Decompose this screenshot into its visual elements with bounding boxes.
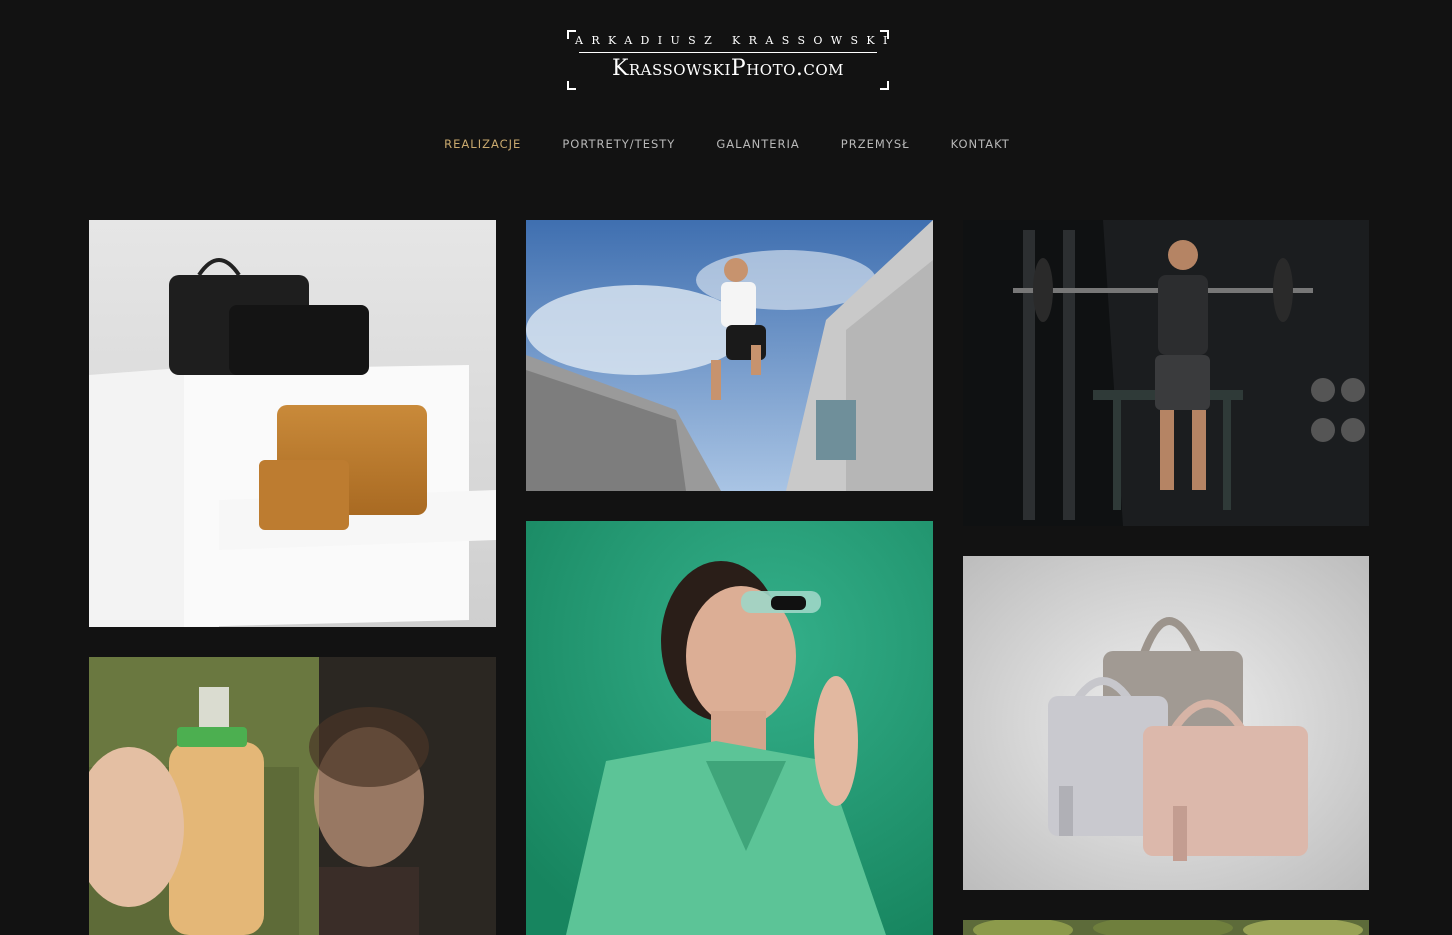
leather-bags-image [89, 220, 496, 627]
jumping-man-image [526, 220, 933, 491]
main-nav: REALIZACJE PORTRETY/TESTY GALANTERIA PRZ… [0, 136, 1452, 152]
logo-photographer-name: ARKADIUSZ KRASSOWSKI [575, 34, 896, 47]
gallery-photo-handbags[interactable] [963, 556, 1369, 890]
logo-site-name: KrassowskiPhoto.com [611, 56, 845, 81]
gym-athlete-image [963, 220, 1369, 526]
nav-item-portrety-testy[interactable]: PORTRETY/TESTY [562, 136, 675, 152]
green-portrait-image [526, 521, 933, 935]
gallery-photo-gym-athlete[interactable] [963, 220, 1369, 526]
gallery-photo-juice-bottle[interactable] [89, 657, 496, 935]
nav-item-przemysl[interactable]: PRZEMYSŁ [841, 136, 910, 152]
gallery-photo-jumping-man[interactable] [526, 220, 933, 491]
nav-item-realizacje[interactable]: REALIZACJE [444, 136, 521, 152]
gallery-photo-greenery[interactable] [963, 920, 1369, 935]
greenery-image [963, 920, 1369, 935]
gallery-photo-leather-bags[interactable] [89, 220, 496, 627]
page: ARKADIUSZ KRASSOWSKI KrassowskiPhoto.com… [0, 0, 1452, 935]
logo-divider [579, 52, 877, 53]
juice-bottle-image [89, 657, 496, 935]
handbags-image [963, 556, 1369, 890]
nav-item-galanteria[interactable]: GALANTERIA [716, 136, 799, 152]
site-logo[interactable]: ARKADIUSZ KRASSOWSKI KrassowskiPhoto.com [567, 30, 889, 90]
gallery-photo-green-portrait[interactable] [526, 521, 933, 935]
nav-item-kontakt[interactable]: KONTAKT [951, 136, 1010, 152]
